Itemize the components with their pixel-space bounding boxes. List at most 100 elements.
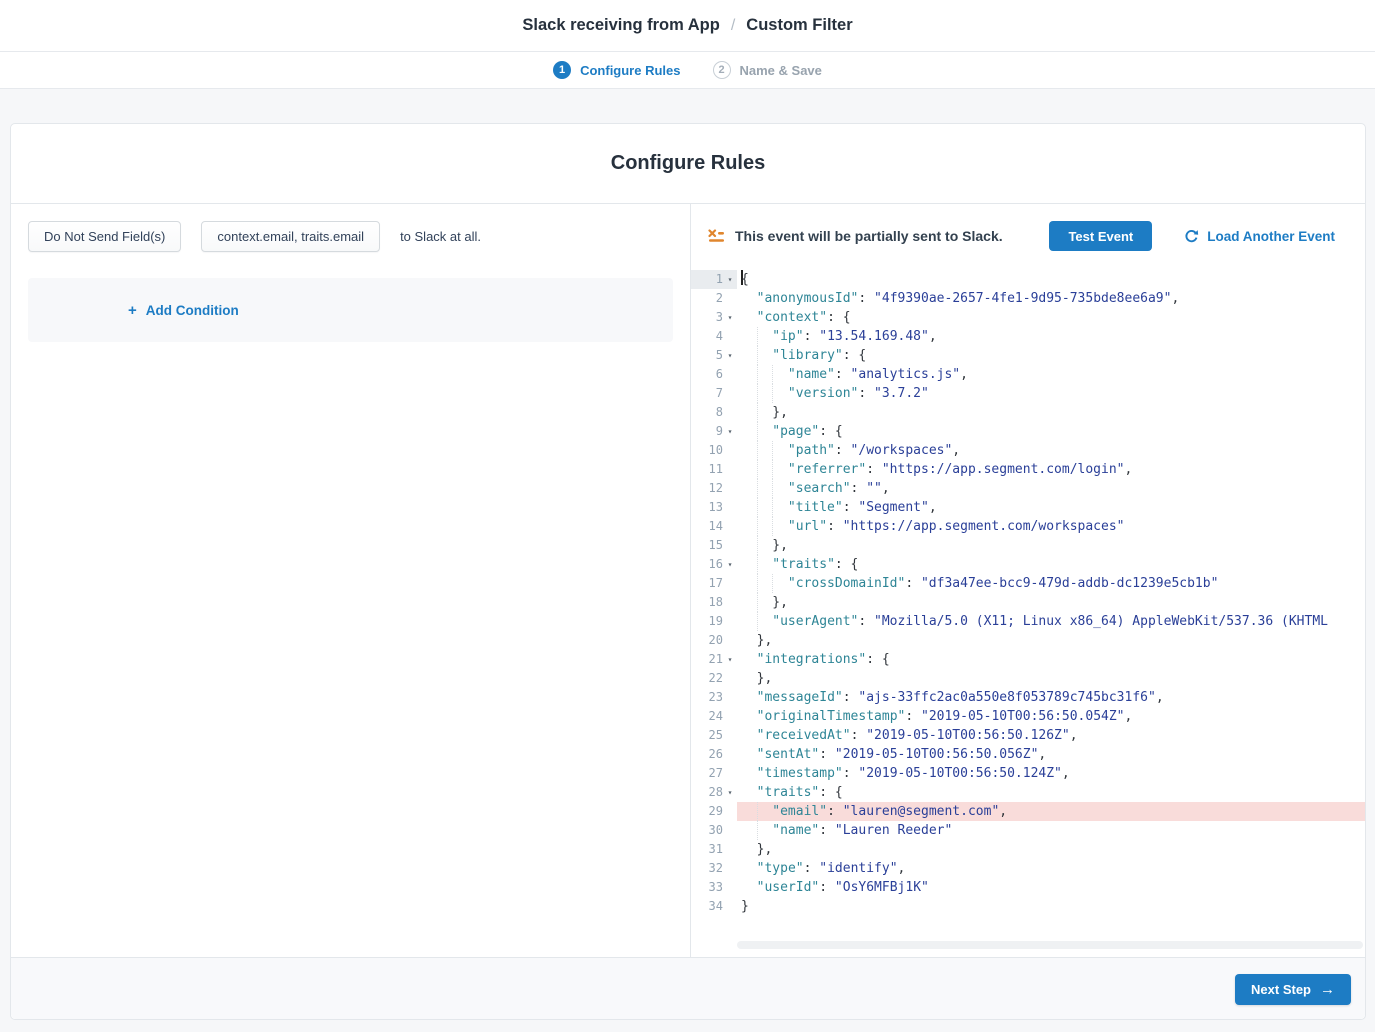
gutter-line-number: 33: [691, 878, 737, 897]
code-line-13[interactable]: 13"title": "Segment",: [691, 498, 1365, 517]
gutter-line-number: 7: [691, 384, 737, 403]
arrow-right-icon: →: [1320, 982, 1335, 997]
partial-filter-icon: [708, 229, 725, 243]
fold-caret-icon[interactable]: ▾: [723, 555, 737, 574]
gutter-line-number: 34: [691, 897, 737, 916]
code-line-14[interactable]: 14"url": "https://app.segment.com/worksp…: [691, 517, 1365, 536]
gutter-line-number: 8: [691, 403, 737, 422]
gutter-line-number: 16▾: [691, 555, 737, 574]
code-line-11[interactable]: 11"referrer": "https://app.segment.com/l…: [691, 460, 1365, 479]
code-line-19[interactable]: 19"userAgent": "Mozilla/5.0 (X11; Linux …: [691, 612, 1365, 631]
gutter-line-number: 29: [691, 802, 737, 821]
gutter-line-number: 19: [691, 612, 737, 631]
filter-fields-button[interactable]: context.email, traits.email: [201, 221, 380, 252]
next-step-label: Next Step: [1251, 982, 1311, 997]
code-line-1[interactable]: 1▾{: [691, 270, 1365, 289]
code-line-20[interactable]: 20},: [691, 631, 1365, 650]
filter-suffix-text: to Slack at all.: [400, 229, 481, 244]
breadcrumb-page-name: Custom Filter: [746, 16, 852, 35]
code-line-30[interactable]: 30"name": "Lauren Reeder": [691, 821, 1365, 840]
code-line-8[interactable]: 8},: [691, 403, 1365, 422]
step-2-badge: 2: [713, 61, 731, 79]
gutter-line-number: 4: [691, 327, 737, 346]
code-line-28[interactable]: 28▾"traits": {: [691, 783, 1365, 802]
fold-caret-icon[interactable]: ▾: [723, 650, 737, 669]
gutter-line-number: 2: [691, 289, 737, 308]
code-line-6[interactable]: 6"name": "analytics.js",: [691, 365, 1365, 384]
add-condition-label: Add Condition: [146, 303, 239, 318]
test-event-button[interactable]: Test Event: [1049, 221, 1152, 251]
step-configure-rules[interactable]: 1 Configure Rules: [553, 61, 680, 79]
code-line-22[interactable]: 22},: [691, 669, 1365, 688]
gutter-line-number: 14: [691, 517, 737, 536]
code-line-26[interactable]: 26"sentAt": "2019-05-10T00:56:50.056Z",: [691, 745, 1365, 764]
fold-caret-icon[interactable]: ▾: [723, 422, 737, 441]
code-line-32[interactable]: 32"type": "identify",: [691, 859, 1365, 878]
code-line-4[interactable]: 4"ip": "13.54.169.48",: [691, 327, 1365, 346]
code-line-18[interactable]: 18},: [691, 593, 1365, 612]
fold-caret-icon[interactable]: ▾: [723, 783, 737, 802]
fold-caret-icon[interactable]: ▾: [723, 346, 737, 365]
gutter-line-number: 28▾: [691, 783, 737, 802]
gutter-line-number: 24: [691, 707, 737, 726]
gutter-line-number: 3▾: [691, 308, 737, 327]
code-line-17[interactable]: 17"crossDomainId": "df3a47ee-bcc9-479d-a…: [691, 574, 1365, 593]
gutter-line-number: 26: [691, 745, 737, 764]
event-status-message: This event will be partially sent to Sla…: [735, 228, 1003, 244]
code-line-15[interactable]: 15},: [691, 536, 1365, 555]
gutter-line-number: 1▾: [691, 270, 737, 289]
code-line-7[interactable]: 7"version": "3.7.2": [691, 384, 1365, 403]
gutter-line-number: 12: [691, 479, 737, 498]
code-line-29[interactable]: 29"email": "lauren@segment.com",: [691, 802, 1365, 821]
gutter-line-number: 15: [691, 536, 737, 555]
code-line-27[interactable]: 27"timestamp": "2019-05-10T00:56:50.124Z…: [691, 764, 1365, 783]
gutter-line-number: 32: [691, 859, 737, 878]
code-line-9[interactable]: 9▾"page": {: [691, 422, 1365, 441]
code-line-12[interactable]: 12"search": "",: [691, 479, 1365, 498]
step-1-badge: 1: [553, 61, 571, 79]
gutter-line-number: 20: [691, 631, 737, 650]
wizard-stepper: 1 Configure Rules 2 Name & Save: [0, 52, 1375, 89]
gutter-line-number: 17: [691, 574, 737, 593]
code-line-2[interactable]: 2"anonymousId": "4f9390ae-2657-4fe1-9d95…: [691, 289, 1365, 308]
gutter-line-number: 31: [691, 840, 737, 859]
card-footer: Next Step →: [11, 957, 1365, 1019]
code-line-16[interactable]: 16▾"traits": {: [691, 555, 1365, 574]
code-line-33[interactable]: 33"userId": "OsY6MFBj1K": [691, 878, 1365, 897]
event-preview-header: This event will be partially sent to Sla…: [691, 204, 1365, 268]
next-step-button[interactable]: Next Step →: [1235, 974, 1351, 1005]
code-line-34[interactable]: 34}: [691, 897, 1365, 916]
refresh-icon: [1184, 229, 1199, 244]
gutter-line-number: 18: [691, 593, 737, 612]
code-line-3[interactable]: 3▾"context": {: [691, 308, 1365, 327]
code-line-25[interactable]: 25"receivedAt": "2019-05-10T00:56:50.126…: [691, 726, 1365, 745]
gutter-line-number: 22: [691, 669, 737, 688]
code-line-21[interactable]: 21▾"integrations": {: [691, 650, 1365, 669]
breadcrumb-app-name[interactable]: Slack receiving from App: [522, 16, 719, 35]
gutter-line-number: 21▾: [691, 650, 737, 669]
gutter-line-number: 11: [691, 460, 737, 479]
code-line-5[interactable]: 5▾"library": {: [691, 346, 1365, 365]
gutter-line-number: 30: [691, 821, 737, 840]
step-name-and-save[interactable]: 2 Name & Save: [713, 61, 822, 79]
plus-icon: +: [128, 303, 137, 318]
breadcrumb-separator: /: [731, 17, 735, 35]
configure-rules-card: Configure Rules Do Not Send Field(s) con…: [10, 123, 1366, 1020]
fold-caret-icon[interactable]: ▾: [723, 308, 737, 327]
card-title: Configure Rules: [11, 124, 1365, 204]
code-line-10[interactable]: 10"path": "/workspaces",: [691, 441, 1365, 460]
editor-horizontal-scrollbar[interactable]: [737, 941, 1363, 949]
gutter-line-number: 25: [691, 726, 737, 745]
gutter-line-number: 10: [691, 441, 737, 460]
filter-action-button[interactable]: Do Not Send Field(s): [28, 221, 181, 252]
fold-caret-icon[interactable]: ▾: [723, 270, 737, 289]
load-another-event-button[interactable]: Load Another Event: [1184, 229, 1335, 244]
event-preview-panel: This event will be partially sent to Sla…: [691, 204, 1365, 957]
code-line-31[interactable]: 31},: [691, 840, 1365, 859]
code-line-24[interactable]: 24"originalTimestamp": "2019-05-10T00:56…: [691, 707, 1365, 726]
code-line-23[interactable]: 23"messageId": "ajs-33ffc2ac0a550e8f0537…: [691, 688, 1365, 707]
add-condition-button[interactable]: + Add Condition: [128, 303, 239, 318]
load-another-event-label: Load Another Event: [1207, 229, 1335, 244]
step-2-label: Name & Save: [740, 63, 822, 78]
json-editor[interactable]: 1▾{2"anonymousId": "4f9390ae-2657-4fe1-9…: [691, 268, 1365, 957]
